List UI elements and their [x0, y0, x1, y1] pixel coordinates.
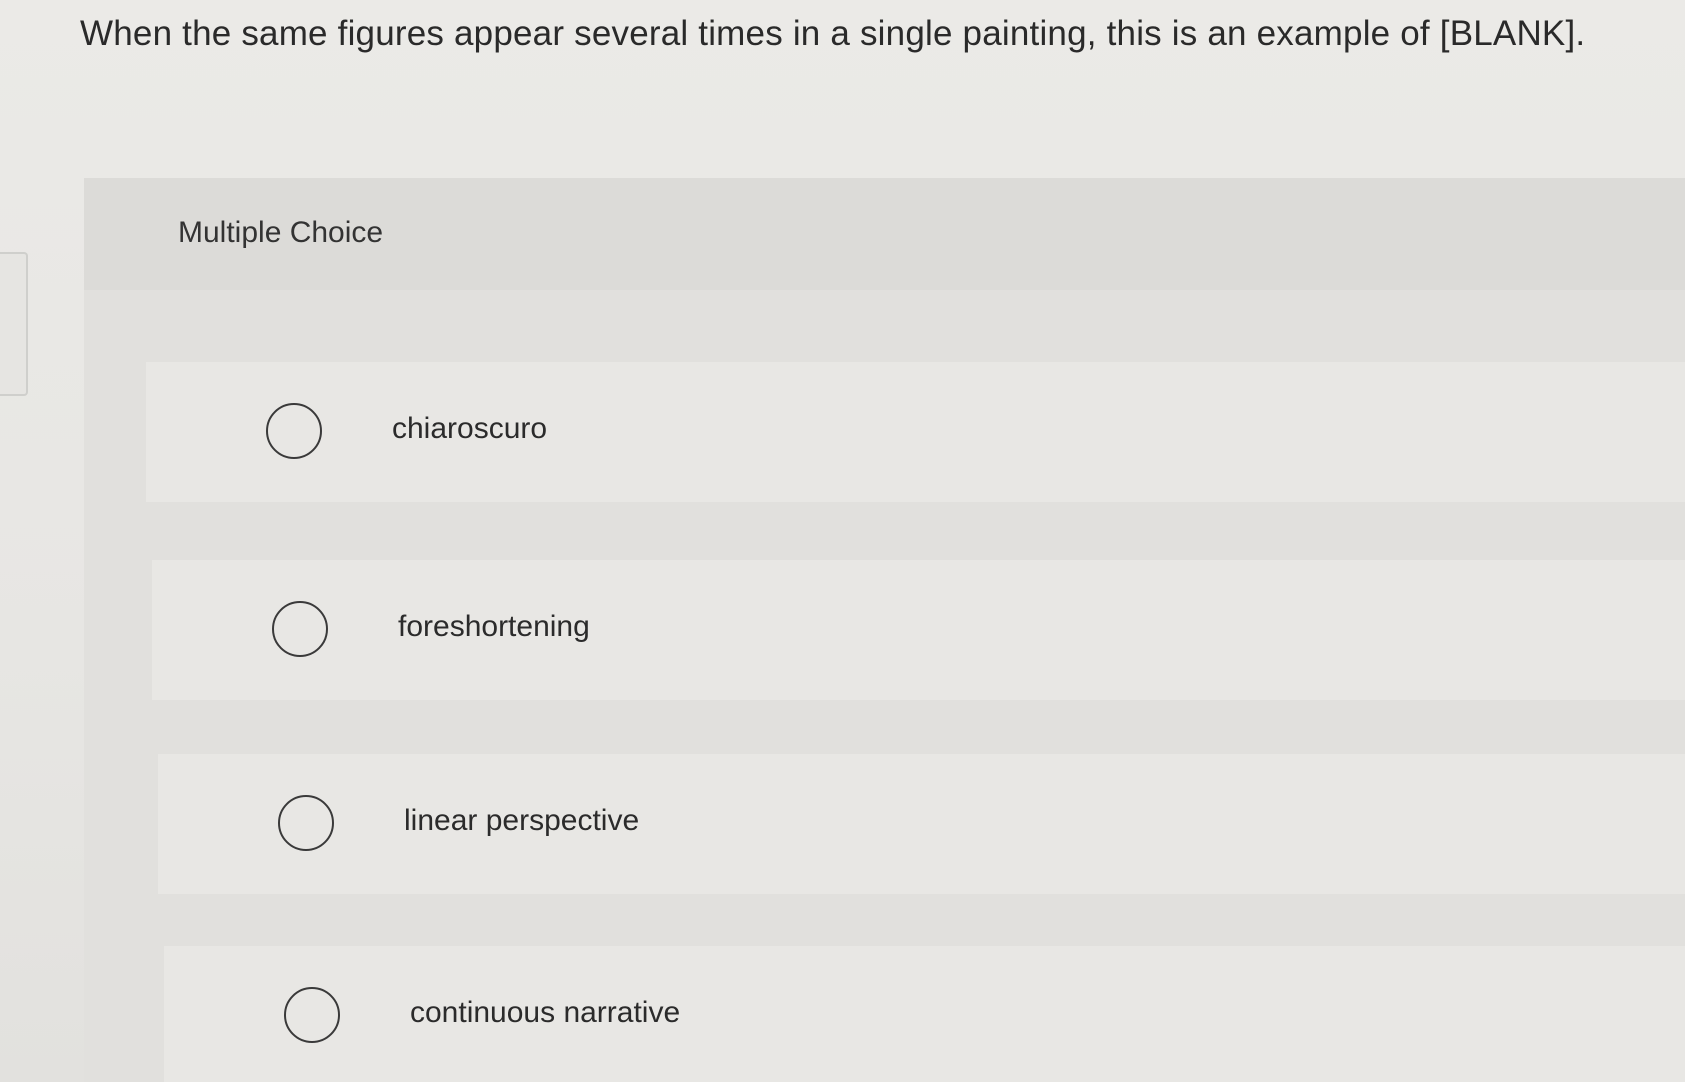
option-linear-perspective[interactable]: linear perspective: [158, 754, 1685, 894]
option-label: linear perspective: [404, 804, 640, 837]
radio-button-icon[interactable]: [266, 403, 322, 459]
option-label: chiaroscuro: [392, 412, 548, 445]
radio-button-icon[interactable]: [284, 987, 340, 1043]
multiple-choice-label: Multiple Choice: [178, 216, 384, 249]
radio-button-icon[interactable]: [278, 795, 334, 851]
page: When the same figures appear several tim…: [0, 0, 1685, 1082]
multiple-choice-panel: Multiple Choice chiaroscuro foreshorteni…: [84, 178, 1685, 1082]
option-label: foreshortening: [398, 610, 590, 643]
option-chiaroscuro[interactable]: chiaroscuro: [146, 362, 1685, 502]
option-label: continuous narrative: [410, 996, 681, 1029]
radio-button-icon[interactable]: [272, 601, 328, 657]
option-foreshortening[interactable]: foreshortening: [152, 560, 1685, 700]
question-text: When the same figures appear several tim…: [80, 14, 1586, 53]
side-tab[interactable]: [0, 252, 28, 396]
multiple-choice-header: Multiple Choice: [84, 178, 1685, 290]
option-continuous-narrative[interactable]: continuous narrative: [164, 946, 1685, 1082]
